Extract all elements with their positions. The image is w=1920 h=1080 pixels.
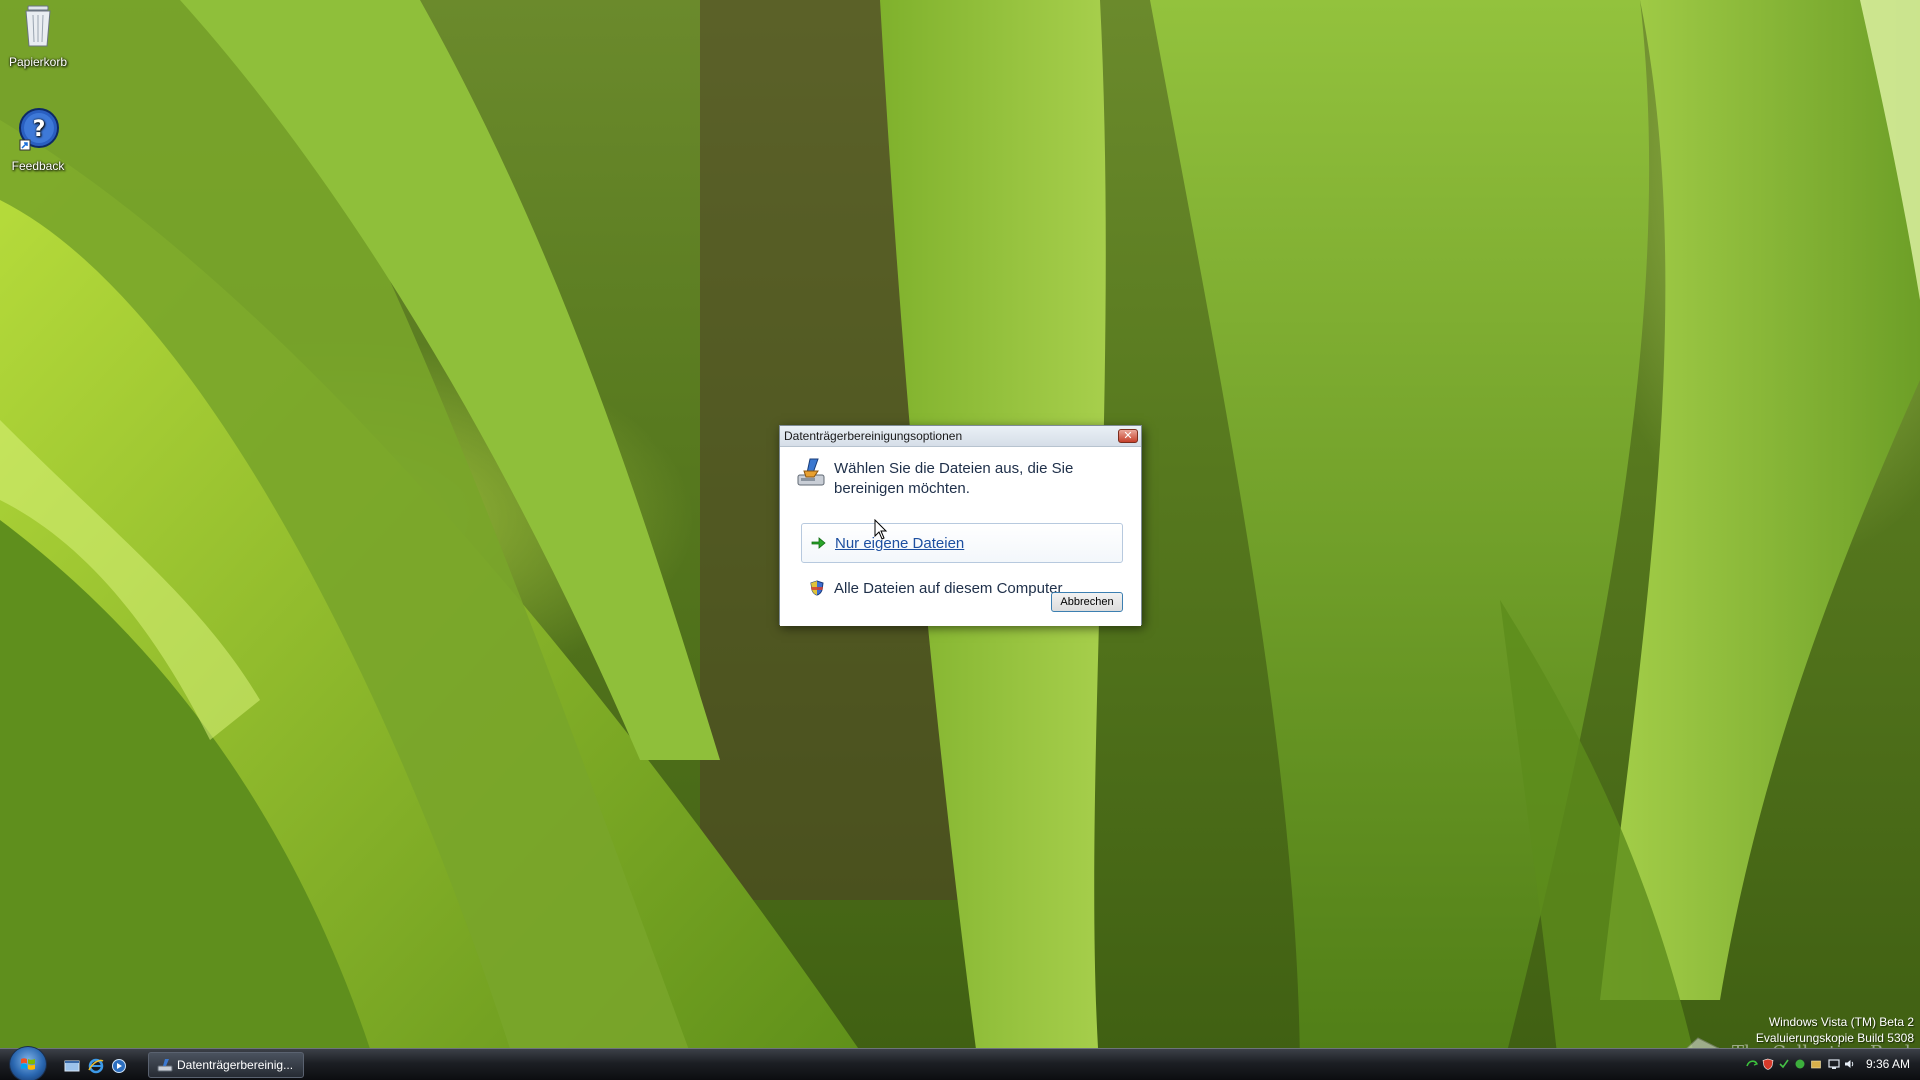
tray-icon-3[interactable]	[1778, 1058, 1790, 1070]
notification-area: 9:36 AM	[1720, 1049, 1920, 1080]
desktop: Papierkorb ? Feedback Datenträgerbereini…	[0, 0, 1920, 1080]
security-alert-icon[interactable]	[1762, 1058, 1774, 1070]
start-button[interactable]	[9, 1046, 47, 1080]
desktop-icon-recycle-bin[interactable]: Papierkorb	[0, 2, 76, 69]
close-button[interactable]: ✕	[1118, 429, 1138, 443]
taskbar: Datenträgerbereinig... 9:36 AM	[0, 1046, 1920, 1080]
desktop-icon-feedback[interactable]: ? Feedback	[0, 106, 76, 173]
taskbar-button-disk-cleanup[interactable]: Datenträgerbereinig...	[148, 1052, 304, 1078]
taskbar-button-label: Datenträgerbereinig...	[177, 1058, 294, 1072]
network-icon[interactable]	[1746, 1058, 1758, 1070]
volume-icon[interactable]	[1844, 1058, 1856, 1070]
option-own-files[interactable]: Nur eigene Dateien	[801, 523, 1123, 563]
windows-logo-icon	[21, 1058, 35, 1070]
help-feedback-icon: ?	[19, 108, 59, 151]
desktop-icon-label: Papierkorb	[8, 55, 68, 69]
media-player-icon[interactable]	[111, 1058, 127, 1074]
uac-shield-icon	[810, 580, 824, 596]
option-all-files-label: Alle Dateien auf diesem Computer	[834, 580, 1063, 597]
main-instruction: Wählen Sie die Dateien aus, die Sie bere…	[834, 460, 1074, 497]
dialog-body: Wählen Sie die Dateien aus, die Sie bere…	[780, 447, 1141, 626]
disk-cleanup-options-dialog: Datenträgerbereinigungsoptionen ✕ Wählen…	[779, 425, 1142, 626]
display-icon[interactable]	[1828, 1058, 1840, 1070]
cancel-button[interactable]: Abbrechen	[1051, 592, 1123, 612]
tray-icon-4[interactable]	[1794, 1058, 1806, 1070]
disk-cleanup-icon	[797, 458, 825, 486]
recycle-bin-icon	[25, 5, 51, 47]
desktop-icon-label: Feedback	[11, 159, 65, 173]
mouse-cursor-icon	[874, 519, 888, 540]
tray-icon-5[interactable]	[1810, 1058, 1822, 1070]
dialog-title: Datenträgerbereinigungsoptionen	[784, 429, 963, 443]
show-desktop-icon[interactable]	[64, 1058, 80, 1074]
option-own-files-label: Nur eigene Dateien	[835, 535, 965, 552]
green-arrow-icon	[811, 537, 826, 549]
build-line-1: Windows Vista (TM) Beta 2	[1768, 1015, 1914, 1029]
close-icon: ✕	[1123, 430, 1133, 442]
internet-explorer-icon[interactable]	[88, 1058, 104, 1074]
dialog-titlebar[interactable]: Datenträgerbereinigungsoptionen ✕	[780, 426, 1141, 447]
disk-cleanup-icon	[157, 1059, 173, 1072]
clock[interactable]: 9:36 AM	[1866, 1057, 1910, 1071]
svg-text:?: ?	[33, 117, 46, 142]
